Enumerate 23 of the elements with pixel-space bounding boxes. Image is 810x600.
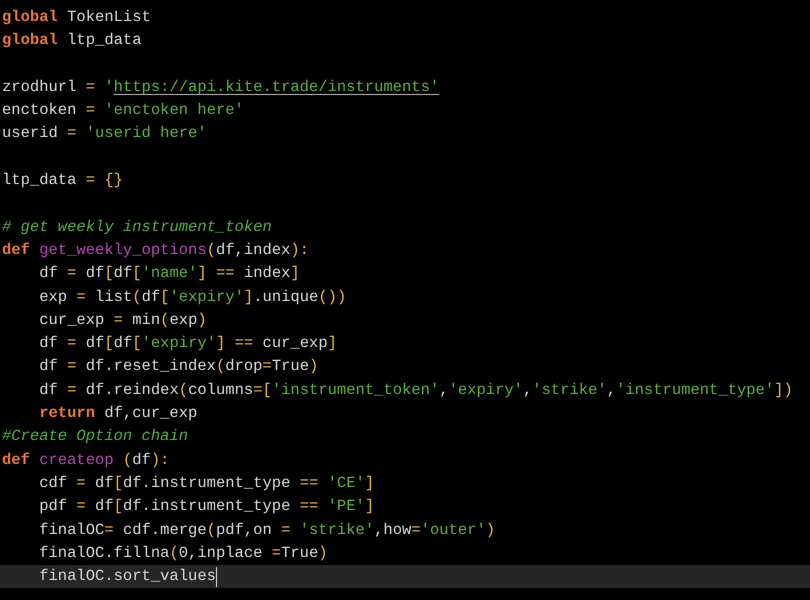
text-cursor [216,566,218,587]
code-line: pdf = df[df.instrument_type == 'PE'] [38,496,374,518]
code-line: finalOC.fillna(0,inplace =True) [38,542,328,564]
code-line: cur_exp = min(exp) [38,310,207,331]
code-line: #Create Option chain [2,426,188,448]
code-line: exp = list(df['expiry'].unique()) [38,286,346,308]
code-line: finalOC= cdf.merge(pdf,on = 'strike',how='outer') [38,520,496,541]
code-line: enctoken = 'enctoken here' [2,100,244,122]
code-line: # get weekly instrument_token [2,216,272,238]
code-line: global ltp_data [2,30,142,52]
code-line: def createop (df): [2,450,170,471]
code-line: cdf = df[df.instrument_type == 'CE'] [38,472,374,494]
code-line: df = df[df['name'] == index] [38,263,300,284]
code-line: df = df.reindex(columns=['instrument_token','expiry','strike','instrument_type']) [38,380,793,401]
code-line: df = df.reset_index(drop=True) [38,356,318,378]
code-line: df = df[df['expiry'] == cur_exp] [38,333,337,354]
code-line: ltp_data = {} [2,170,123,192]
code-line: userid = 'userid here' [2,123,207,144]
code-line: return df,cur_exp [38,403,198,424]
code-line: zrodhurl = 'https://api.kite.trade/instruments' [2,76,440,98]
code-line: def get_weekly_options(df,index): [2,240,309,261]
code-line: finalOC.sort_values [38,566,216,588]
code-line: global TokenList [2,7,151,28]
